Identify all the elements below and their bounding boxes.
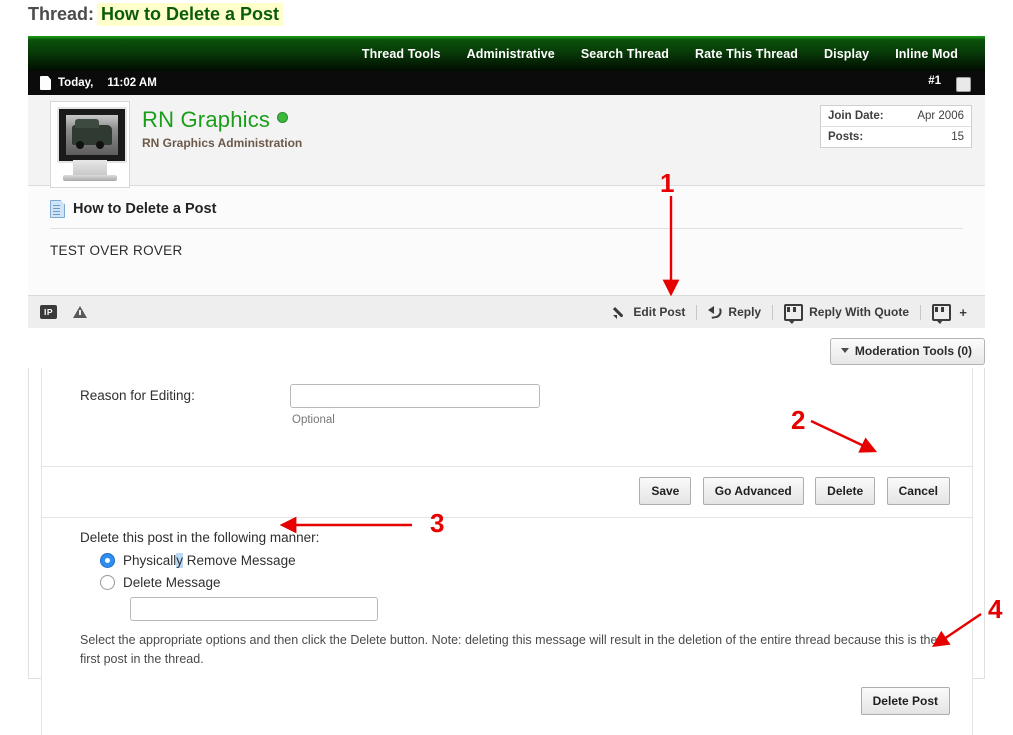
monitor-base [63, 175, 117, 181]
radio-label-delete-message: Delete Message [123, 575, 221, 590]
post-message-text: TEST OVER ROVER [50, 229, 963, 285]
delete-reason-input[interactable] [130, 597, 378, 621]
user-info: RN Graphics RN Graphics Administration [142, 107, 302, 150]
multi-quote-button[interactable]: + [921, 304, 973, 321]
chevron-down-icon [841, 348, 849, 353]
moderation-tools-row: Moderation Tools (0) [28, 338, 985, 365]
avatar[interactable] [50, 101, 130, 188]
post-title-text: How to Delete a Post [73, 201, 216, 217]
radio-option-delete-message[interactable]: Delete Message [100, 575, 972, 590]
post-action-toolbar: IP Edit Post Reply Reply With Quote + [28, 295, 985, 328]
stat-value-join-date: Apr 2006 [917, 110, 964, 122]
edit-post-panel-outer: Reason for Editing: Optional Save Go Adv… [28, 368, 985, 679]
warning-icon[interactable] [73, 306, 87, 318]
thread-title-name: How to Delete a Post [97, 3, 283, 26]
username-link[interactable]: RN Graphics [142, 107, 270, 133]
moderation-tools-label: Moderation Tools (0) [855, 344, 972, 358]
cancel-button[interactable]: Cancel [887, 477, 950, 505]
reason-for-editing-label: Reason for Editing: [80, 388, 195, 403]
post-meta-bar: Today, 11:02 AM #1 [28, 71, 985, 95]
annotation-number-4: 4 [988, 596, 1002, 622]
post-time: 11:02 AM [107, 77, 156, 89]
delete-options-heading: Delete this post in the following manner… [80, 530, 972, 545]
post-toolbar-right: Edit Post Reply Reply With Quote + [602, 304, 973, 321]
post-toolbar-left: IP [40, 305, 87, 319]
reply-arrow-icon [708, 305, 722, 319]
pencil-icon [613, 305, 627, 319]
delete-button[interactable]: Delete [815, 477, 875, 505]
save-button[interactable]: Save [639, 477, 691, 505]
stat-key-posts: Posts: [828, 131, 863, 143]
radio-option-physically-remove[interactable]: Physically Remove Message [100, 553, 972, 568]
radio-label-part2: Remove Message [183, 553, 296, 568]
edit-post-label: Edit Post [633, 305, 685, 319]
moderation-tools-button[interactable]: Moderation Tools (0) [830, 338, 985, 365]
radio-label-part1: Physicall [123, 553, 176, 568]
edit-post-button[interactable]: Edit Post [602, 305, 696, 319]
delete-post-button-row: Delete Post [42, 679, 972, 729]
nav-item-administrative[interactable]: Administrative [454, 47, 568, 61]
post-body: How to Delete a Post TEST OVER ROVER [28, 186, 985, 295]
page-title: Thread:How to Delete a Post [28, 4, 283, 25]
delete-options-section: Delete this post in the following manner… [42, 518, 972, 735]
nav-item-rate-this-thread[interactable]: Rate This Thread [682, 47, 811, 61]
reply-button[interactable]: Reply [697, 305, 772, 319]
ip-badge[interactable]: IP [40, 305, 57, 319]
post-title: How to Delete a Post [50, 200, 963, 229]
thread-nav-bar: Thread Tools Administrative Search Threa… [28, 36, 985, 71]
user-stats-box: Join Date: Apr 2006 Posts: 15 [820, 105, 972, 148]
reply-with-quote-label: Reply With Quote [809, 305, 909, 319]
nav-item-display[interactable]: Display [811, 47, 882, 61]
stat-key-join-date: Join Date: [828, 110, 884, 122]
post-date: Today, [58, 77, 93, 89]
edit-post-panel: Reason for Editing: Optional Save Go Adv… [41, 368, 973, 735]
reason-for-editing-input[interactable] [290, 384, 540, 408]
monitor-icon [57, 107, 127, 163]
stat-row: Posts: 15 [821, 127, 971, 147]
nav-item-search-thread[interactable]: Search Thread [568, 47, 682, 61]
monitor-screen [66, 115, 118, 155]
go-advanced-button[interactable]: Go Advanced [703, 477, 804, 505]
post-card: Thread Tools Administrative Search Threa… [28, 36, 985, 328]
quote-icon [784, 304, 803, 321]
nav-item-thread-tools[interactable]: Thread Tools [349, 47, 454, 61]
edit-panel-button-row: Save Go Advanced Delete Cancel [42, 467, 972, 518]
delete-note-text: Select the appropriate options and then … [80, 631, 952, 669]
post-select-checkbox[interactable] [956, 77, 971, 92]
optional-note: Optional [292, 414, 335, 426]
user-title: RN Graphics Administration [142, 136, 302, 150]
post-number: #1 [928, 75, 941, 87]
stat-value-posts: 15 [951, 131, 964, 143]
reply-label: Reply [728, 305, 761, 319]
thread-title-label: Thread: [28, 4, 94, 24]
page-icon [40, 76, 51, 90]
delete-post-button[interactable]: Delete Post [861, 687, 950, 715]
thread-nav-items: Thread Tools Administrative Search Threa… [349, 36, 971, 71]
post-user-strip: RN Graphics RN Graphics Administration J… [28, 95, 985, 186]
vehicle-graphic [72, 125, 112, 145]
radio-physically-remove[interactable] [100, 553, 115, 568]
monitor-stand [73, 160, 107, 176]
stat-row: Join Date: Apr 2006 [821, 106, 971, 127]
reason-for-editing-section: Reason for Editing: Optional [42, 368, 972, 467]
nav-item-inline-mod[interactable]: Inline Mod [882, 47, 971, 61]
plus-icon: + [959, 305, 967, 320]
radio-label-physically-remove: Physically Remove Message [123, 553, 296, 568]
document-icon [50, 200, 65, 218]
online-status-icon [277, 112, 288, 123]
reply-with-quote-button[interactable]: Reply With Quote [773, 304, 920, 321]
multi-quote-icon [932, 304, 951, 321]
radio-delete-message[interactable] [100, 575, 115, 590]
